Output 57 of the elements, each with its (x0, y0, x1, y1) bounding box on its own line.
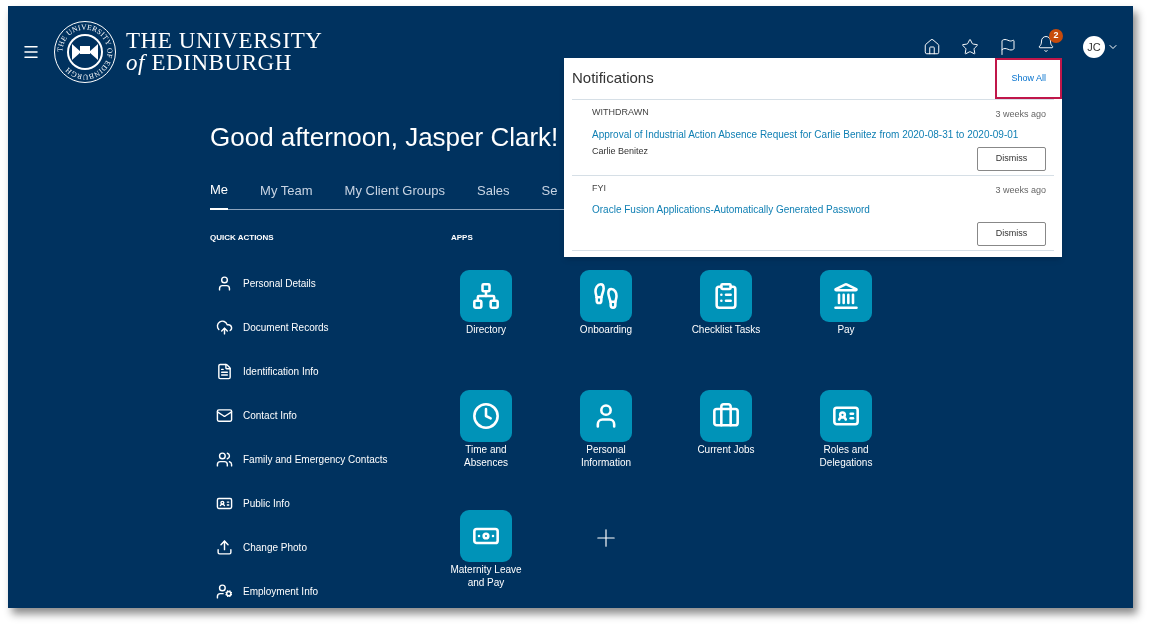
person-icon (216, 274, 233, 292)
app-tile[interactable]: Pay (786, 269, 906, 364)
app-tile[interactable]: Personal Information (546, 389, 666, 484)
briefcase-icon (712, 401, 740, 430)
app-tile[interactable]: Onboarding (546, 269, 666, 364)
app-tile[interactable]: Current Jobs (666, 389, 786, 484)
checklist-icon (712, 281, 740, 310)
people-icon (216, 450, 233, 468)
quick-action-link[interactable]: Public Info (216, 491, 290, 515)
notification-status: FYI (592, 181, 606, 195)
cloud-icon (216, 318, 233, 336)
quick-action-link[interactable]: Change Photo (216, 535, 307, 559)
tab[interactable]: Sales (477, 180, 510, 209)
show-all-link[interactable]: Show All (995, 57, 1062, 100)
app-tile[interactable]: Roles and Delegations (786, 389, 906, 484)
favorites-button[interactable] (961, 38, 979, 56)
tab[interactable]: Se (541, 180, 558, 209)
quick-action-link[interactable]: Document Records (216, 315, 329, 339)
app-tile[interactable]: Checklist Tasks (666, 269, 786, 364)
notification-count: 2 (1049, 28, 1063, 43)
quick-action-link[interactable]: Personal Details (216, 271, 316, 295)
org-chart-icon (472, 281, 500, 310)
popup-title: Notifications (572, 68, 654, 89)
section-heading: APPS (451, 231, 474, 244)
notification-link[interactable]: Approval of Industrial Action Absence Request for Carlie Benitez from 2020-08-31 to 2020-09-01 (592, 126, 1046, 142)
app-tile[interactable]: Maternity Leave and Pay (426, 509, 546, 604)
flag-button[interactable] (999, 38, 1017, 56)
app-tile[interactable]: Time and Absences (426, 389, 546, 484)
notification-time: 3 weeks ago (995, 183, 1046, 197)
section-heading: QUICK ACTIONS (210, 231, 275, 244)
quick-action-link[interactable]: Family and Emergency Contacts (216, 447, 388, 471)
greeting-heading: Good afternoon, Jasper Clark! (210, 122, 559, 152)
document-icon (216, 362, 233, 380)
logo-title: THE UNIVERSITY (126, 30, 323, 52)
home-button[interactable] (923, 38, 941, 56)
quick-action-link[interactable]: Employment Info (216, 579, 319, 603)
notification-sender: Carlie Benitez (592, 144, 649, 158)
quick-action-link[interactable]: Identification Info (216, 359, 319, 383)
notifications-button[interactable] (1037, 34, 1055, 53)
bank-icon (832, 281, 860, 310)
menu-button[interactable] (22, 43, 40, 61)
dismiss-button[interactable]: Dismiss (977, 222, 1046, 246)
envelope-icon (216, 406, 233, 424)
quick-action-link[interactable]: Contact Info (216, 403, 297, 427)
tab[interactable]: My Client Groups (344, 180, 445, 209)
person-gear-icon (216, 582, 233, 600)
notification-status: WITHDRAWN (592, 106, 649, 119)
logo-subtitle: of EDINBURGH (126, 52, 293, 74)
dismiss-button[interactable]: Dismiss (977, 146, 1046, 171)
notification-time: 3 weeks ago (995, 108, 1046, 121)
clock-icon (472, 401, 500, 430)
tab[interactable]: My Team (260, 180, 313, 209)
footprints-icon (592, 281, 620, 310)
notification-link[interactable]: Oracle Fusion Applications-Automatically Generated Password (592, 202, 1046, 217)
upload-icon (216, 538, 233, 556)
tab[interactable]: Me (210, 180, 229, 210)
app-tile[interactable]: Directory (426, 269, 546, 364)
